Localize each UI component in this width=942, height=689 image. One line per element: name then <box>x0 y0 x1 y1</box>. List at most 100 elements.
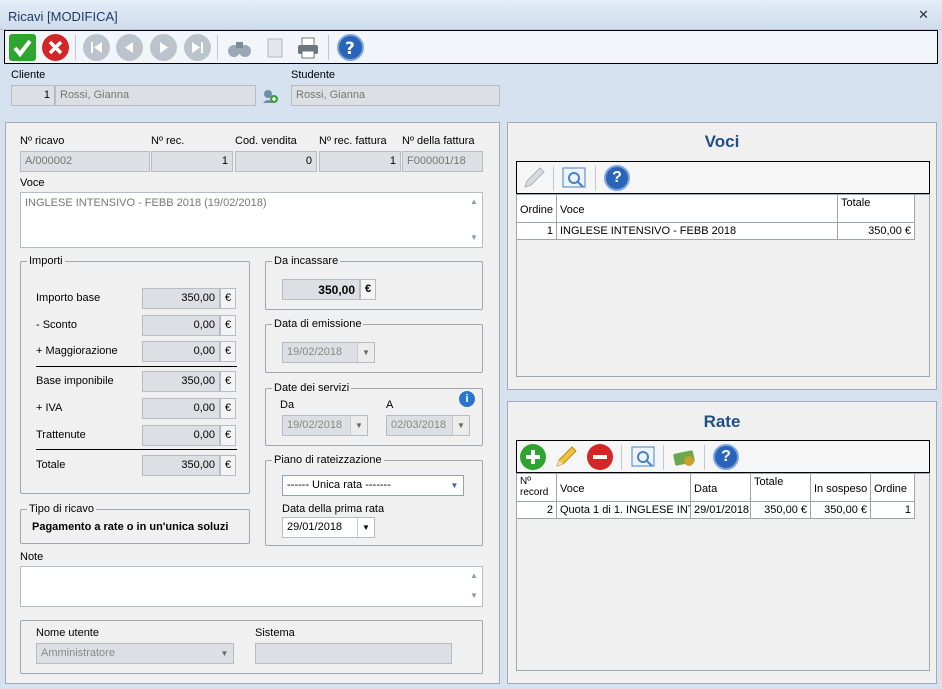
chevron-down-icon[interactable]: ▼ <box>446 476 463 495</box>
servizi-da-date[interactable]: 19/02/2018 ▼ <box>282 415 368 436</box>
money-icon[interactable] <box>671 444 697 470</box>
base-imponibile-label: Base imponibile <box>36 375 114 387</box>
nricavo-label: Nº ricavo <box>20 135 65 147</box>
voce-textarea[interactable]: INGLESE INTENSIVO - FEBB 2018 (19/02/201… <box>20 192 483 248</box>
col-header-data[interactable]: Data <box>691 474 751 502</box>
link-client-icon[interactable] <box>262 88 278 104</box>
cliente-name-field[interactable]: Rossi, Gianna <box>55 85 256 106</box>
totale-label: Totale <box>36 459 66 471</box>
cliente-label: Cliente <box>11 69 46 81</box>
voci-cell-totale[interactable]: 350,00 € <box>838 223 915 240</box>
prima-rata-value: 29/01/2018 <box>287 521 343 533</box>
importi-title: Importi <box>27 255 65 267</box>
last-record-icon[interactable] <box>184 34 211 61</box>
col-header-totale[interactable]: Totale <box>838 195 915 223</box>
tipo-group: Tipo di ricavo Pagamento a rate o in un'… <box>20 503 250 544</box>
rate-cell-data[interactable]: 29/01/2018 <box>691 502 751 519</box>
chevron-down-icon[interactable]: ▼ <box>350 416 367 435</box>
trattenute-currency: € <box>220 425 236 446</box>
ricavo-panel: Nº ricavo A/000002 Nº rec. 1 Cod. vendit… <box>5 122 500 684</box>
rate-toolbar: ? <box>516 440 930 473</box>
rate-cell-totale[interactable]: 350,00 € <box>751 502 811 519</box>
first-record-icon[interactable] <box>83 34 110 61</box>
piano-select[interactable]: ------ Unica rata ------- ▼ <box>282 475 464 496</box>
print-icon[interactable] <box>294 34 321 61</box>
nome-utente-select[interactable]: Amministratore ▼ <box>36 643 234 664</box>
next-record-icon[interactable] <box>150 34 177 61</box>
servizi-a-date[interactable]: 02/03/2018 ▼ <box>386 415 470 436</box>
view-detail-icon[interactable] <box>630 444 656 470</box>
importo-base-label: Importo base <box>36 292 101 304</box>
scroll-down-icon[interactable]: ▼ <box>468 233 480 242</box>
help-icon[interactable]: ? <box>337 34 364 61</box>
servizi-a-value: 02/03/2018 <box>391 419 447 431</box>
help-icon[interactable]: ? <box>713 444 739 470</box>
help-icon[interactable]: ? <box>604 165 630 191</box>
maggiorazione-field: 0,00 <box>142 341 220 362</box>
rate-cell-ordine[interactable]: 1 <box>871 502 915 519</box>
nrec-field: 1 <box>151 151 233 172</box>
emissione-date-picker[interactable]: 19/02/2018 ▼ <box>282 342 375 363</box>
scroll-up-icon[interactable]: ▲ <box>468 571 480 580</box>
chevron-down-icon[interactable]: ▼ <box>357 343 374 362</box>
voci-grid: Ordine Voce Totale 1 INGLESE INTENSIVO -… <box>516 194 930 377</box>
col-header-voce[interactable]: Voce <box>557 474 691 502</box>
voci-cell-voce[interactable]: INGLESE INTENSIVO - FEBB 2018 <box>557 223 838 240</box>
piano-group: Piano di rateizzazione ------ Unica rata… <box>265 454 483 546</box>
servizi-group: Date dei servizi Da 19/02/2018 ▼ A 02/03… <box>265 382 483 446</box>
note-label: Note <box>20 551 44 563</box>
edit-pencil-icon[interactable] <box>521 165 547 191</box>
trattenute-label: Trattenute <box>36 429 86 441</box>
col-header-ordine[interactable]: Ordine <box>871 474 915 502</box>
iva-field: 0,00 <box>142 398 220 419</box>
col-header-ordine[interactable]: Ordine <box>517 195 557 223</box>
importo-base-currency: € <box>220 288 236 309</box>
sconto-currency: € <box>220 315 236 336</box>
voce-label: Voce <box>20 177 45 189</box>
chevron-down-icon[interactable]: ▼ <box>357 518 374 537</box>
rate-grid: Nº record Voce Data Totale In sospeso Or… <box>516 473 930 671</box>
prima-rata-date[interactable]: 29/01/2018 ▼ <box>282 517 375 538</box>
da-label: Da <box>280 399 295 411</box>
cancel-icon[interactable] <box>42 34 69 61</box>
daincassare-group: Da incassare 350,00 € <box>265 255 483 310</box>
a-label: A <box>386 399 394 411</box>
close-icon[interactable]: ✕ <box>918 7 929 23</box>
info-icon[interactable]: i <box>459 391 475 407</box>
note-textarea[interactable]: ▲ ▼ <box>20 566 483 607</box>
chevron-down-icon[interactable]: ▼ <box>216 644 233 663</box>
rate-title: Rate <box>703 412 741 431</box>
cliente-id-field: 1 <box>11 85 55 106</box>
scroll-down-icon[interactable]: ▼ <box>468 591 480 600</box>
edit-pencil-icon[interactable] <box>553 444 579 470</box>
remove-icon[interactable] <box>587 444 613 470</box>
scroll-up-icon[interactable]: ▲ <box>468 197 480 206</box>
add-icon[interactable] <box>520 444 546 470</box>
servizi-title: Date dei servizi <box>272 382 352 394</box>
binoculars-icon[interactable] <box>226 34 253 61</box>
nfattura-field: F000001/18 <box>402 151 483 172</box>
voci-cell-ordine[interactable]: 1 <box>517 223 557 240</box>
studente-name-field[interactable]: Rossi, Gianna <box>291 85 500 106</box>
codvendita-label: Cod. vendita <box>235 135 297 147</box>
tipo-title: Tipo di ricavo <box>27 503 97 515</box>
confirm-icon[interactable] <box>9 34 36 61</box>
servizi-da-value: 19/02/2018 <box>287 419 343 431</box>
col-header-sospeso[interactable]: In sospeso <box>811 474 871 502</box>
col-header-voce[interactable]: Voce <box>557 195 838 223</box>
nfattura-label: Nº della fattura <box>402 135 475 147</box>
document-icon[interactable] <box>261 34 288 61</box>
importi-group: Importi Importo base 350,00 € - Sconto 0… <box>20 255 250 494</box>
sistema-field <box>255 643 452 664</box>
rate-cell-sospeso[interactable]: 350,00 € <box>811 502 871 519</box>
rate-cell-voce[interactable]: Quota 1 di 1. INGLESE INTE <box>557 502 691 519</box>
divider <box>36 366 237 367</box>
col-header-record[interactable]: Nº record <box>517 474 557 502</box>
view-detail-icon[interactable] <box>561 165 587 191</box>
nrecfattura-label: Nº rec. fattura <box>319 135 387 147</box>
rate-cell-record[interactable]: 2 <box>517 502 557 519</box>
col-header-totale[interactable]: Totale <box>751 474 811 502</box>
previous-record-icon[interactable] <box>116 34 143 61</box>
chevron-down-icon[interactable]: ▼ <box>452 416 469 435</box>
main-toolbar: ? <box>4 30 938 64</box>
